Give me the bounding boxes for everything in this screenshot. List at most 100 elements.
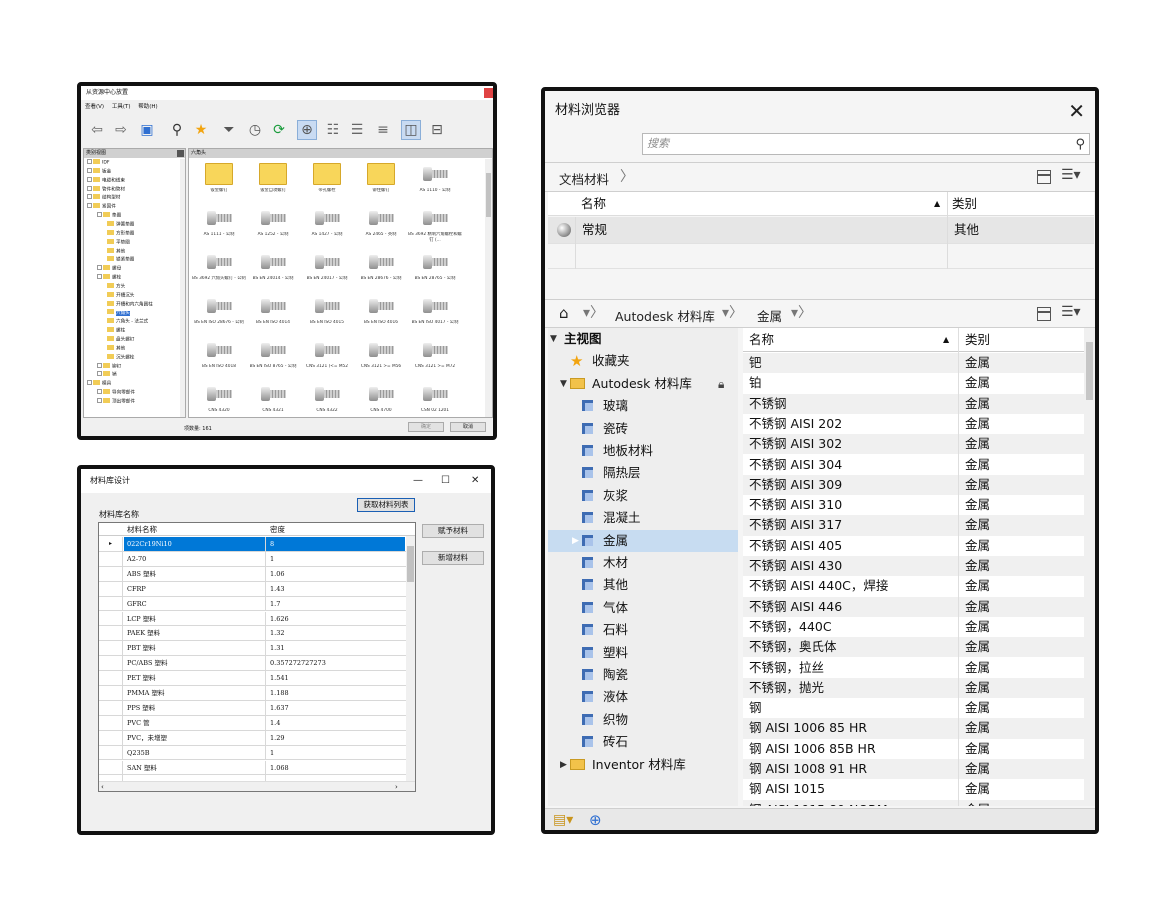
close-icon[interactable]: ✕ [1068,99,1085,123]
table-row[interactable]: ABS 塑料 1.06 [99,566,407,582]
material-row[interactable]: 不锈钢，奥氏体 金属 [743,637,1084,658]
resource-item[interactable]: AS 1111 - 公制 [192,204,246,249]
filter-icon[interactable]: ⏷ [219,120,239,140]
library-tree-node[interactable]: 瓷砖 [548,418,738,440]
expand-toggle-icon[interactable] [87,159,92,164]
material-name-cell[interactable]: PMMA 塑料 [127,686,265,700]
maximize-icon[interactable]: ☐ [441,475,450,486]
material-row[interactable]: 不锈钢 AISI 440C，焊接 金属 [743,576,1084,596]
col-material-name[interactable]: 材料名称 [127,523,157,536]
sort-ascending-icon[interactable]: ▲ [943,328,949,352]
row-header[interactable] [99,760,123,775]
scroll-left-icon[interactable]: ‹ [101,782,104,791]
density-cell[interactable]: 8 [266,537,405,551]
density-cell[interactable]: 1.7 [270,597,405,611]
material-row[interactable]: 不锈钢 AISI 430 金属 [743,556,1084,577]
tree-node[interactable]: 铆钉 [97,362,121,372]
col-density[interactable]: 密度 [270,523,285,536]
material-name-cell[interactable]: PVC 管 [127,716,265,730]
table-row[interactable]: PET 塑料 1.541 [99,671,407,686]
tree-node[interactable]: 六角头 - 法兰式 [107,318,148,327]
resource-item[interactable]: CNS 4700 [354,380,408,425]
material-name-cell[interactable]: PPS 塑料 [127,701,265,715]
density-cell[interactable]: 1.31 [270,641,405,655]
forward-arrow-icon[interactable]: ⇨ [111,120,131,140]
get-material-list-button[interactable]: 获取材料列表 [357,498,415,512]
library-tree-node[interactable]: 液体 [548,686,738,708]
expand-toggle-icon[interactable] [87,167,92,173]
search-input[interactable]: 搜索 ⚲ [642,133,1090,155]
tree-node[interactable]: 导向零部件 [97,389,135,398]
resource-item[interactable]: BS EN ISO 4015 [300,292,354,337]
material-name-cell[interactable]: PVC，未增塑 [127,731,265,745]
material-row[interactable]: 不锈钢 AISI 309 金属 [743,474,1084,496]
tree-node[interactable]: 盘头螺钉 [107,336,134,345]
expand-triangle-icon[interactable]: ▼ [550,328,557,350]
material-name-cell[interactable]: GFRC [127,597,265,611]
panel-view-icon[interactable] [1037,307,1051,321]
resource-item[interactable]: BS EN ISO 8765 - 公制 [246,336,300,381]
density-cell[interactable]: 1.068 [270,761,405,775]
resource-item[interactable]: BS EN 28676 - 公制 [354,248,408,293]
material-row[interactable]: 不锈钢 AISI 310 金属 [743,495,1084,515]
material-name-cell[interactable]: PC/ABS 塑料 [127,656,265,670]
row-header[interactable] [99,626,123,641]
home-icon[interactable]: ⌂ [559,304,569,322]
menu-help[interactable]: 帮助(H) [138,104,157,110]
tree-node[interactable]: 其他 [107,344,125,354]
library-tree-node[interactable]: 砖石 [548,731,738,753]
resource-item[interactable]: BS EN ISO 4018 [192,336,246,381]
tree-node[interactable]: 销 [97,371,117,380]
list-options-icon[interactable]: ☰▾ [1061,167,1081,183]
material-row[interactable]: 不锈钢 AISI 405 金属 [743,536,1084,556]
row-header[interactable] [99,566,123,581]
large-icon-view-icon[interactable]: ☷ [323,120,343,140]
library-tree-node[interactable]: ▼ 主视图 [548,328,738,350]
autodesk-library-crumb[interactable]: Autodesk 材料库 [615,306,715,325]
library-tree-node[interactable]: ★ 收藏夹 [548,350,738,372]
tree-node[interactable]: 紧固件 [87,203,116,212]
expand-toggle-icon[interactable] [87,194,92,200]
row-header[interactable] [99,551,123,566]
density-cell[interactable]: 1.29 [270,731,405,745]
expand-toggle-icon[interactable] [97,265,102,271]
material-name-cell[interactable]: SAN 塑料 [127,761,265,775]
resource-item[interactable]: 铆住螺钉 [354,160,408,205]
density-cell[interactable]: 0.357272727273 [270,656,405,670]
table-row[interactable]: PMMA 塑料 1.188 [99,686,407,701]
material-name-cell[interactable]: PAEK 塑料 [127,626,265,640]
tree-node[interactable]: 平垫圈 [107,238,130,248]
library-tree-node[interactable]: 塑料 [548,642,738,664]
library-manage-icon[interactable]: ▤▾ [553,812,573,828]
library-tree-node[interactable]: 混凝土 [548,507,738,529]
tree-node[interactable]: 电缆和线束 [87,176,125,186]
list-scrollbar[interactable] [1084,328,1095,806]
resource-item[interactable]: 钣金螺钉 [192,160,246,205]
document-material-row[interactable]: 常规 其他 [548,217,1094,243]
tree-node[interactable]: 方头 [107,282,125,292]
expand-toggle-icon[interactable] [97,362,102,368]
detail-view-icon[interactable]: ≡ [373,120,393,140]
row-header[interactable] [99,641,123,656]
density-cell[interactable]: 1.626 [270,612,405,626]
material-row[interactable]: 不锈钢 AISI 446 金属 [743,596,1084,617]
resource-item[interactable]: CNS 4321 [246,380,300,425]
resource-item[interactable]: CSN 02 1201 [408,380,462,425]
back-arrow-icon[interactable]: ⇦ [87,120,107,140]
library-tree-node[interactable]: 隔热层 [548,462,738,484]
library-tree-node[interactable]: 玻璃 [548,395,738,417]
material-row[interactable]: 不锈钢 AISI 202 金属 [743,414,1084,434]
resource-item[interactable]: BS EN 28765 - 公制 [408,248,462,293]
material-row[interactable]: 不锈钢，440C 金属 [743,617,1084,637]
row-header[interactable] [99,715,123,730]
table-row[interactable]: PVC 管 1.4 [99,715,407,731]
library-tree-node[interactable]: 气体 [548,597,738,619]
expand-toggle-icon[interactable] [87,203,92,209]
expand-toggle-icon[interactable] [87,185,92,191]
library-tree-node[interactable]: 其他 [548,574,738,596]
resource-item[interactable]: 带孔螺栓 [300,160,354,205]
tree-node[interactable]: 其他 [107,247,125,257]
density-cell[interactable]: 1.188 [270,686,405,700]
table-horizontal-scrollbar[interactable]: ‹ › [99,781,415,791]
material-row[interactable]: 不锈钢，拉丝 金属 [743,658,1084,678]
